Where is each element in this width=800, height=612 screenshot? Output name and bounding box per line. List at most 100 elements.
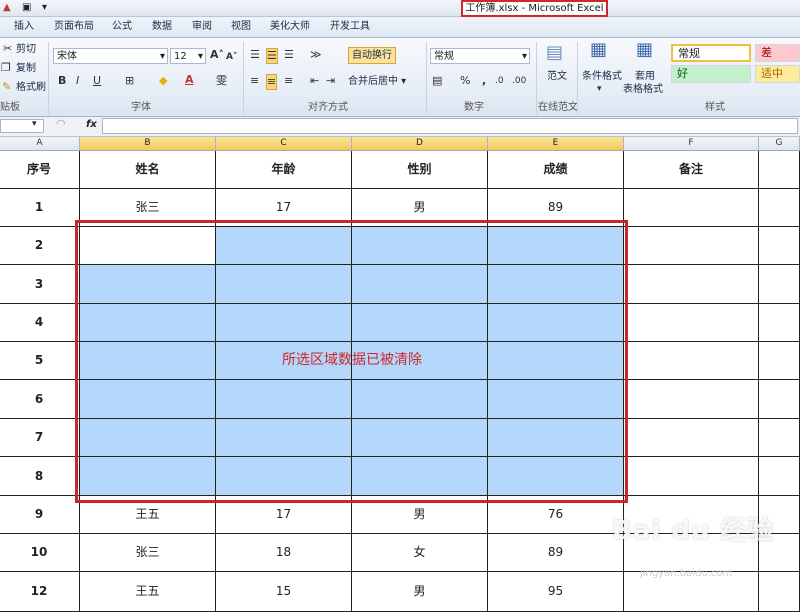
- header-cell-e[interactable]: 成绩: [488, 151, 624, 189]
- data-cell-e[interactable]: 76: [488, 496, 624, 534]
- row-number-cell[interactable]: 9: [0, 496, 80, 534]
- header-cell-b[interactable]: 姓名: [80, 151, 216, 189]
- shrink-font-icon[interactable]: A˅: [226, 50, 237, 64]
- column-header-a[interactable]: A: [0, 137, 80, 150]
- data-cell-c[interactable]: [216, 380, 352, 419]
- format-table-button[interactable]: 套用: [635, 70, 655, 83]
- tab-view[interactable]: 视图: [231, 20, 251, 34]
- data-cell-b[interactable]: [80, 265, 216, 304]
- column-header-b[interactable]: B: [80, 137, 216, 150]
- row-number-cell[interactable]: 5: [0, 342, 80, 380]
- data-cell-d[interactable]: [352, 227, 488, 265]
- data-cell-d[interactable]: 男: [352, 189, 488, 227]
- chevron-down-icon[interactable]: ▾: [32, 119, 37, 129]
- data-cell-c[interactable]: [216, 227, 352, 265]
- row-number-cell[interactable]: 6: [0, 380, 80, 419]
- row-number-cell[interactable]: 4: [0, 304, 80, 342]
- data-cell-c[interactable]: 17: [216, 189, 352, 227]
- conditional-format-icon[interactable]: ▦: [590, 41, 607, 59]
- cell-g[interactable]: [759, 227, 800, 265]
- data-cell-f[interactable]: [624, 380, 759, 419]
- data-cell-c[interactable]: 17: [216, 496, 352, 534]
- cut-button[interactable]: 剪切: [16, 43, 36, 56]
- column-header-f[interactable]: F: [624, 137, 759, 150]
- data-cell-e[interactable]: [488, 457, 624, 496]
- currency-icon[interactable]: ▤: [432, 74, 442, 88]
- cell-g[interactable]: [759, 342, 800, 380]
- copy-button[interactable]: 复制: [16, 62, 36, 75]
- tab-insert[interactable]: 插入: [14, 20, 34, 34]
- data-cell-e[interactable]: [488, 342, 624, 380]
- tab-beautify[interactable]: 美化大师: [270, 20, 310, 34]
- phonetic-icon[interactable]: 雯: [216, 74, 227, 88]
- cell-g[interactable]: [759, 419, 800, 457]
- fill-color-icon[interactable]: ◆: [159, 74, 167, 88]
- tab-page-layout[interactable]: 页面布局: [54, 20, 94, 34]
- column-header-d[interactable]: D: [352, 137, 488, 150]
- cell-g[interactable]: [759, 151, 800, 189]
- header-cell-a[interactable]: 序号: [0, 151, 80, 189]
- data-cell-f[interactable]: [624, 457, 759, 496]
- row-number-cell[interactable]: 12: [0, 572, 80, 612]
- cell-g[interactable]: [759, 572, 800, 612]
- percent-button[interactable]: %: [460, 74, 470, 88]
- tab-formulas[interactable]: 公式: [112, 20, 132, 34]
- header-cell-c[interactable]: 年龄: [216, 151, 352, 189]
- align-bottom-icon[interactable]: ☰: [284, 48, 294, 62]
- align-right-icon[interactable]: ≡: [284, 74, 293, 88]
- conditional-format-button[interactable]: 条件格式: [582, 70, 622, 83]
- borders-icon[interactable]: ⊞: [125, 74, 134, 88]
- header-cell-f[interactable]: 备注: [624, 151, 759, 189]
- data-cell-f[interactable]: [624, 342, 759, 380]
- data-cell-c[interactable]: 18: [216, 534, 352, 572]
- align-center-icon[interactable]: ≡: [266, 74, 278, 90]
- data-cell-b[interactable]: 王五: [80, 572, 216, 612]
- cell-g[interactable]: [759, 304, 800, 342]
- data-cell-e[interactable]: [488, 265, 624, 304]
- data-cell-f[interactable]: [624, 419, 759, 457]
- formula-input[interactable]: [102, 118, 798, 134]
- cell-g[interactable]: [759, 189, 800, 227]
- data-cell-d[interactable]: [352, 304, 488, 342]
- data-cell-e[interactable]: [488, 304, 624, 342]
- font-size-select[interactable]: 12 ▾: [170, 48, 206, 64]
- row-number-cell[interactable]: 3: [0, 265, 80, 304]
- style-bad[interactable]: 差: [755, 44, 800, 62]
- underline-button[interactable]: U: [93, 74, 101, 88]
- tab-review[interactable]: 审阅: [192, 20, 212, 34]
- row-number-cell[interactable]: 7: [0, 419, 80, 457]
- data-cell-f[interactable]: [624, 227, 759, 265]
- row-number-cell[interactable]: 2: [0, 227, 80, 265]
- increase-decimal-icon[interactable]: .0: [495, 74, 504, 88]
- align-top-icon[interactable]: ☰: [250, 48, 260, 62]
- row-number-cell[interactable]: 8: [0, 457, 80, 496]
- format-painter-button[interactable]: 格式刷: [16, 81, 46, 94]
- data-cell-b[interactable]: [80, 419, 216, 457]
- cell-g[interactable]: [759, 380, 800, 419]
- font-color-icon[interactable]: A: [185, 73, 194, 87]
- number-format-select[interactable]: 常规 ▾: [430, 48, 530, 64]
- data-cell-c[interactable]: [216, 419, 352, 457]
- data-cell-e[interactable]: 89: [488, 189, 624, 227]
- data-cell-e[interactable]: 95: [488, 572, 624, 612]
- fx-icon[interactable]: fx: [86, 119, 97, 130]
- decrease-decimal-icon[interactable]: .00: [512, 74, 526, 88]
- increase-indent-icon[interactable]: ⇥: [326, 74, 335, 88]
- data-cell-c[interactable]: [216, 457, 352, 496]
- data-cell-e[interactable]: [488, 380, 624, 419]
- data-cell-b[interactable]: [80, 227, 216, 265]
- data-cell-b[interactable]: 张三: [80, 534, 216, 572]
- data-cell-b[interactable]: [80, 380, 216, 419]
- row-number-cell[interactable]: 10: [0, 534, 80, 572]
- tab-data[interactable]: 数据: [152, 20, 172, 34]
- quick-access-dropdown-icon[interactable]: ▾: [42, 2, 47, 14]
- data-cell-b[interactable]: [80, 342, 216, 380]
- decrease-indent-icon[interactable]: ⇤: [310, 74, 319, 88]
- template-button[interactable]: 范文: [547, 70, 567, 83]
- row-number-cell[interactable]: 1: [0, 189, 80, 227]
- table-format-icon[interactable]: ▦: [636, 41, 653, 59]
- save-icon[interactable]: ▣: [22, 2, 31, 14]
- data-cell-b[interactable]: 王五: [80, 496, 216, 534]
- bold-button[interactable]: B: [58, 74, 66, 88]
- style-good[interactable]: 好: [671, 65, 751, 83]
